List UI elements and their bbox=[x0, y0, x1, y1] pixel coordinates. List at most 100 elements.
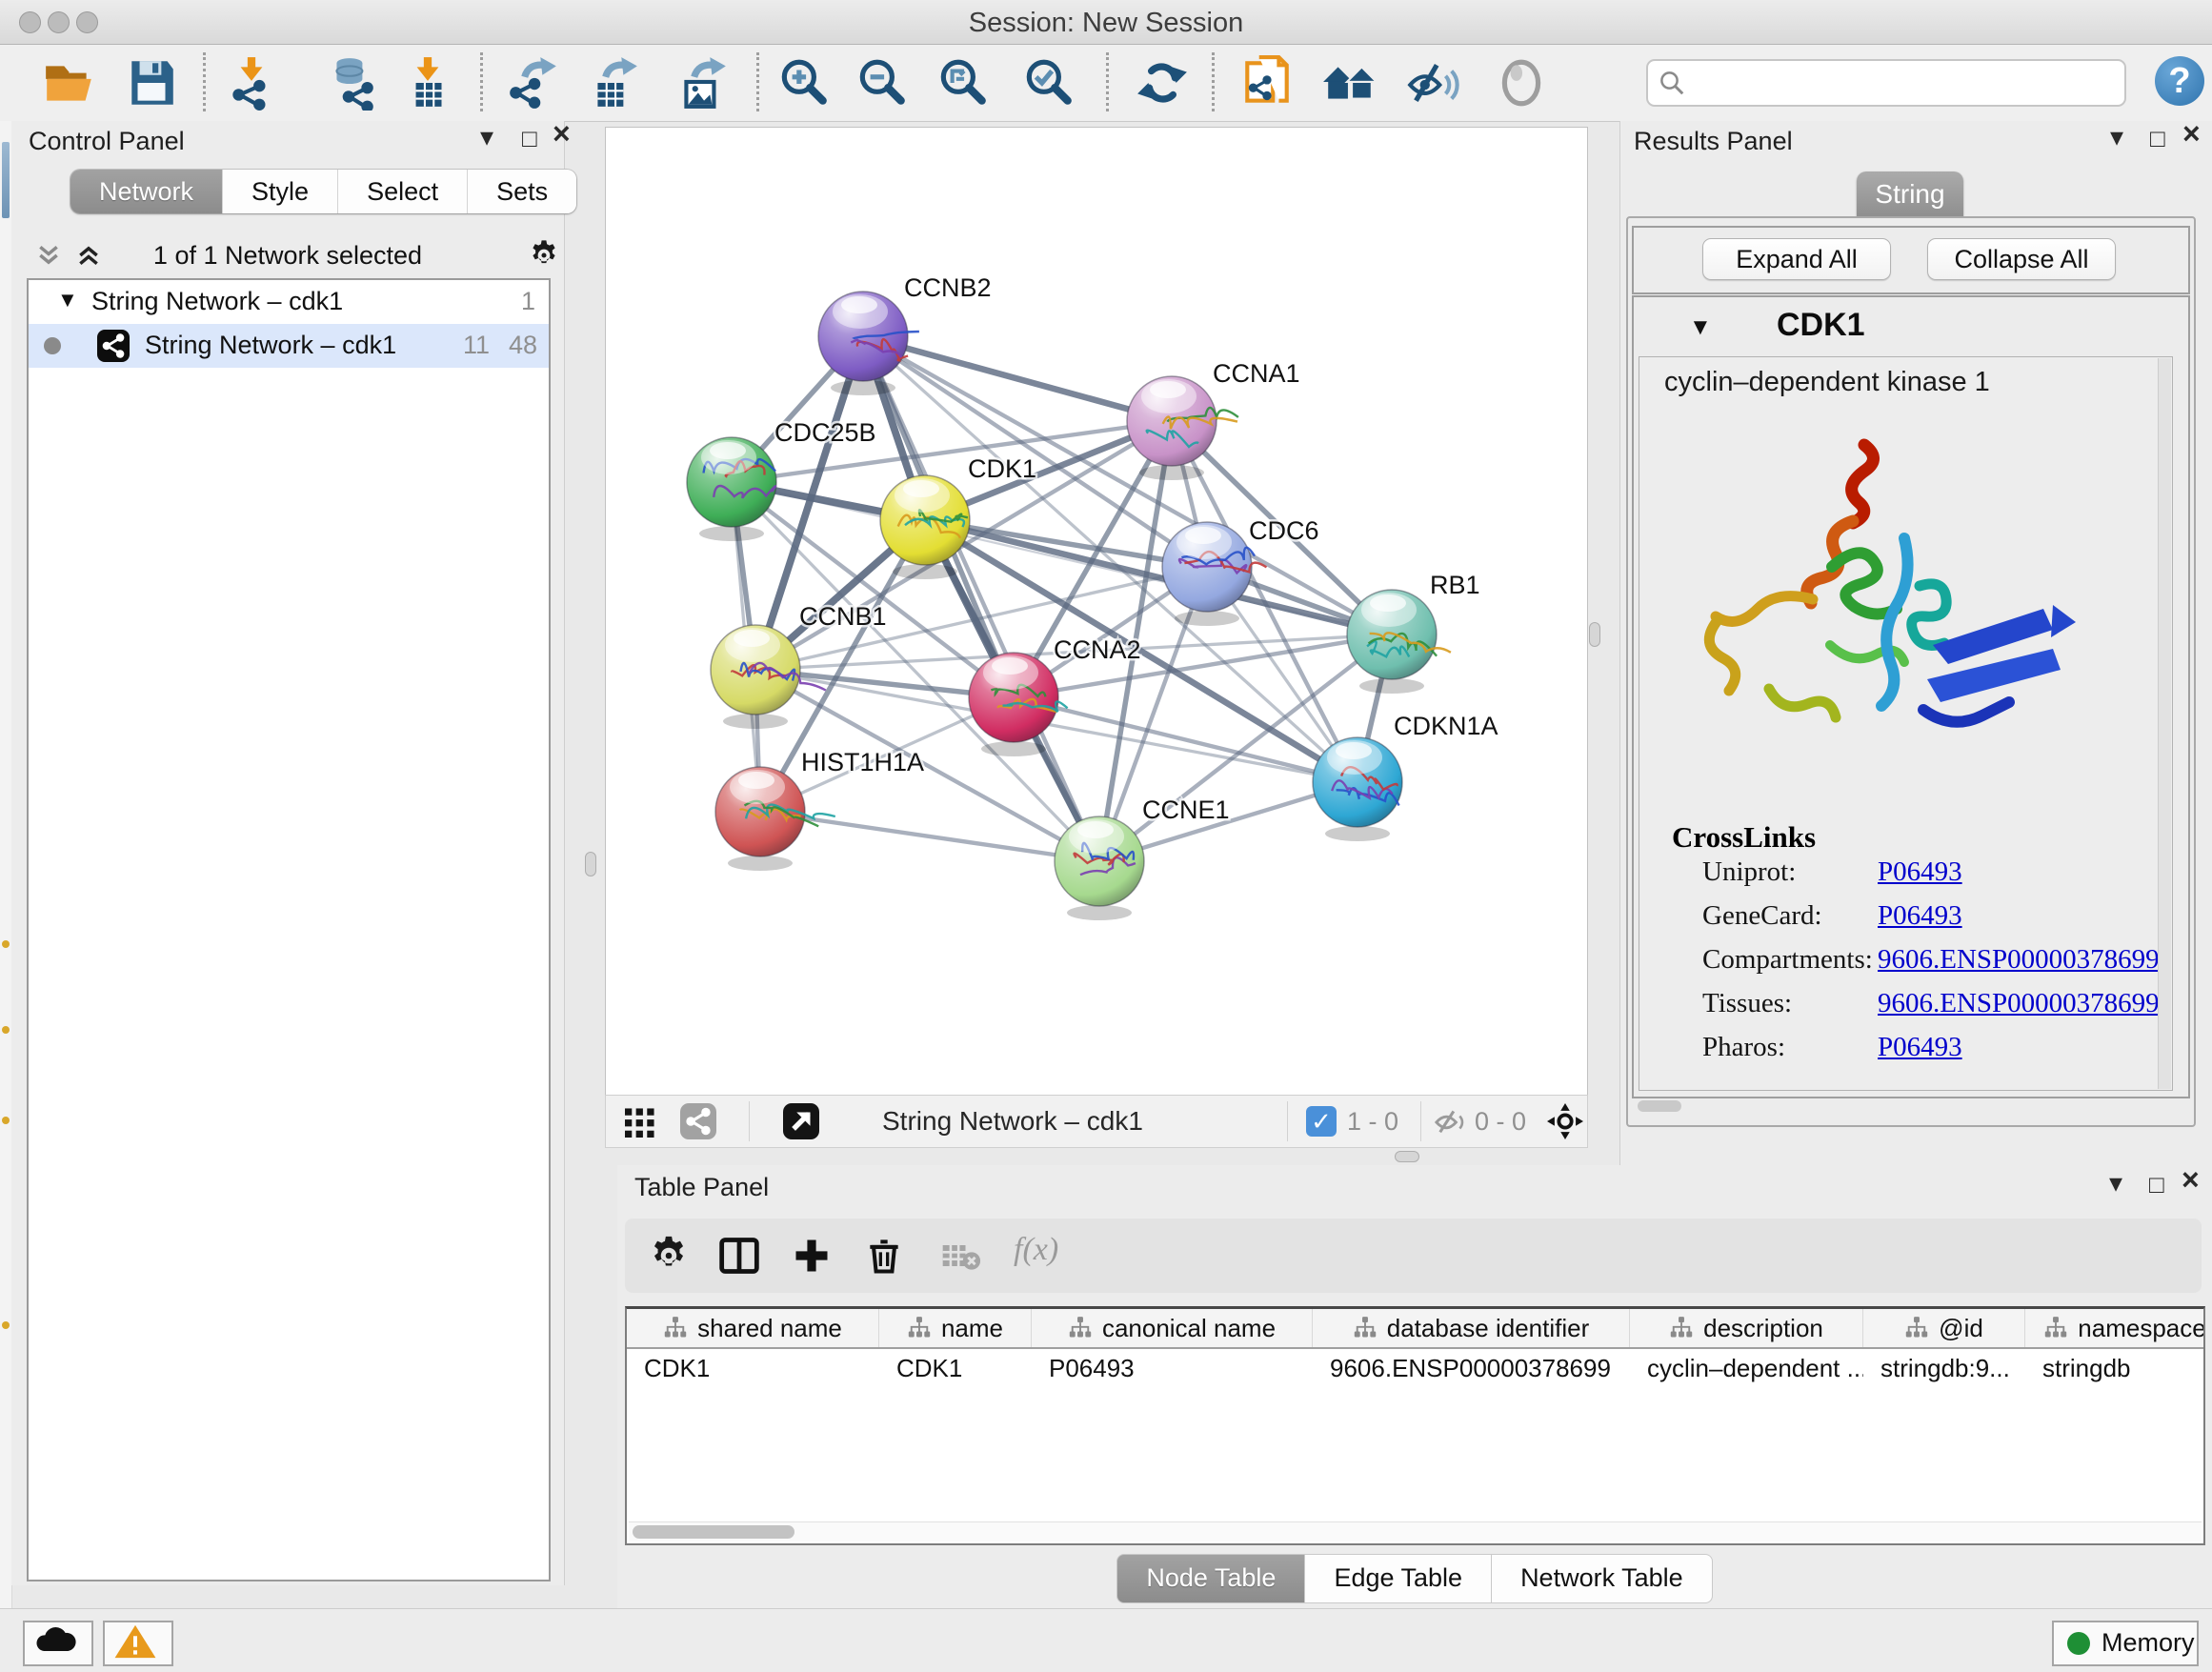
panel-float-icon[interactable]: □ bbox=[2149, 1170, 2164, 1199]
node-label: HIST1H1A bbox=[801, 748, 924, 776]
table-row[interactable]: CDK1CDK1P064939606.ENSP00000378699cyclin… bbox=[627, 1349, 2205, 1387]
node-table: shared namenamecanonical namedatabase id… bbox=[625, 1306, 2205, 1545]
export-table-button[interactable] bbox=[586, 55, 641, 111]
panel-float-icon[interactable]: □ bbox=[522, 124, 537, 152]
crosslink-value-link[interactable]: P06493 bbox=[1878, 900, 1962, 932]
network-node-CDC25B[interactable] bbox=[687, 437, 776, 541]
tab-sets[interactable]: Sets bbox=[468, 170, 576, 213]
home-networks-button[interactable] bbox=[1322, 55, 1377, 111]
column-header-namespace[interactable]: namespace bbox=[2025, 1309, 2205, 1347]
import-network-file-button[interactable] bbox=[224, 55, 279, 111]
cell[interactable]: P06493 bbox=[1032, 1349, 1313, 1387]
crosslink-value-link[interactable]: P06493 bbox=[1878, 856, 1962, 888]
panel-collapse-icon[interactable]: ▾ bbox=[2109, 1169, 2122, 1198]
open-session-button[interactable] bbox=[42, 55, 97, 111]
expander-icon[interactable]: ▼ bbox=[57, 288, 78, 312]
node-label: CDC6 bbox=[1249, 516, 1319, 545]
refresh-button[interactable] bbox=[1135, 55, 1190, 111]
scrollbar-thumb[interactable] bbox=[633, 1525, 794, 1539]
zoom-in-button[interactable] bbox=[775, 55, 831, 111]
network-collection-row[interactable]: ▼ String Network – cdk1 1 bbox=[29, 280, 549, 324]
cell[interactable]: stringdb bbox=[2025, 1349, 2205, 1387]
column-header-canonical-name[interactable]: canonical name bbox=[1032, 1309, 1313, 1347]
panel-close-icon[interactable]: × bbox=[553, 119, 571, 148]
hide-panel-eye-button[interactable] bbox=[1404, 55, 1459, 111]
table-horizontal-scrollbar bbox=[629, 1521, 2202, 1541]
export-network-button[interactable] bbox=[505, 55, 560, 111]
results-vertical-scrollbar[interactable] bbox=[2158, 358, 2171, 1089]
gear-icon[interactable] bbox=[528, 239, 560, 272]
panel-collapse-icon[interactable]: ▾ bbox=[2110, 123, 2123, 151]
network-node-CCNB2[interactable] bbox=[818, 292, 919, 395]
column-header-shared-name[interactable]: shared name bbox=[627, 1309, 879, 1347]
tab-network-table[interactable]: Network Table bbox=[1492, 1554, 1713, 1603]
tab-network[interactable]: Network bbox=[70, 170, 223, 213]
tab-style[interactable]: Style bbox=[223, 170, 338, 213]
delete-row-icon[interactable] bbox=[863, 1235, 905, 1277]
cell[interactable]: CDK1 bbox=[627, 1349, 879, 1387]
cell[interactable]: cyclin–dependent ... bbox=[1630, 1349, 1863, 1387]
tab-select[interactable]: Select bbox=[338, 170, 468, 213]
crosslink-value-link[interactable]: 9606.ENSP00000378699 bbox=[1878, 988, 2160, 1019]
grid-view-icon[interactable] bbox=[623, 1107, 657, 1138]
birds-eye-view-button[interactable] bbox=[783, 1103, 819, 1139]
network-node-CCNA1[interactable] bbox=[1127, 376, 1238, 480]
preview-eye-button[interactable] bbox=[1494, 55, 1549, 111]
network-node-RB1[interactable] bbox=[1347, 590, 1451, 694]
cloud-status-button[interactable] bbox=[23, 1621, 93, 1666]
panel-collapse-icon[interactable]: ▾ bbox=[480, 123, 493, 151]
cell[interactable]: 9606.ENSP00000378699 bbox=[1313, 1349, 1630, 1387]
warning-status-button[interactable] bbox=[103, 1621, 173, 1666]
splitter-handle[interactable] bbox=[1589, 622, 1600, 647]
show-columns-icon[interactable] bbox=[718, 1235, 760, 1277]
panel-close-icon[interactable]: × bbox=[2182, 119, 2201, 148]
selected-count: 1 - 0 bbox=[1347, 1096, 1398, 1147]
network-node-CCNE1[interactable] bbox=[1055, 816, 1144, 920]
section-expander-icon[interactable]: ▼ bbox=[1689, 314, 1712, 341]
search-field[interactable] bbox=[1646, 59, 2126, 107]
crosslink-row: Compartments:9606.ENSP00000378699 bbox=[1639, 944, 2172, 988]
add-row-icon[interactable] bbox=[791, 1235, 833, 1277]
column-header-name[interactable]: name bbox=[879, 1309, 1032, 1347]
expand-all-button[interactable]: Expand All bbox=[1702, 238, 1891, 280]
toolbar-separator bbox=[203, 52, 206, 111]
gene-section-header[interactable]: ▼ CDK1 bbox=[1634, 297, 2188, 356]
results-horizontal-scrollbar[interactable] bbox=[1638, 1100, 1681, 1112]
crosslink-value-link[interactable]: 9606.ENSP00000378699 bbox=[1878, 944, 2160, 976]
table-gear-icon[interactable] bbox=[648, 1235, 690, 1277]
search-input[interactable] bbox=[1694, 63, 2117, 101]
splitter-handle[interactable] bbox=[1395, 1151, 1419, 1162]
fit-content-crosshair-icon[interactable] bbox=[1547, 1103, 1583, 1139]
help-button[interactable]: ? bbox=[2155, 56, 2204, 106]
network-row-selected[interactable]: String Network – cdk1 11 48 bbox=[29, 324, 549, 368]
panel-close-icon[interactable]: × bbox=[2182, 1165, 2200, 1194]
collapse-all-button[interactable]: Collapse All bbox=[1927, 238, 2116, 280]
splitter-handle[interactable] bbox=[585, 852, 596, 876]
tab-string[interactable]: String bbox=[1857, 171, 1963, 216]
export-image-button[interactable] bbox=[674, 55, 730, 111]
network-node-CDKN1A[interactable] bbox=[1313, 737, 1402, 841]
table-header-row: shared namenamecanonical namedatabase id… bbox=[627, 1309, 2205, 1349]
network-edge[interactable] bbox=[760, 812, 1099, 861]
selected-checkbox[interactable]: ✓ bbox=[1306, 1106, 1337, 1137]
zoom-selected-button[interactable] bbox=[1020, 55, 1076, 111]
memory-button[interactable]: Memory bbox=[2052, 1621, 2199, 1666]
import-network-database-button[interactable] bbox=[324, 55, 379, 111]
column-header-description[interactable]: description bbox=[1630, 1309, 1863, 1347]
crosslink-value-link[interactable]: P06493 bbox=[1878, 1032, 1962, 1063]
save-session-button[interactable] bbox=[124, 55, 179, 111]
share-view-button[interactable] bbox=[680, 1103, 716, 1139]
cell[interactable]: CDK1 bbox=[879, 1349, 1032, 1387]
share-document-button[interactable] bbox=[1239, 55, 1295, 111]
gene-name: CDK1 bbox=[1777, 307, 1865, 344]
column-header-id[interactable]: @id bbox=[1863, 1309, 2025, 1347]
cell[interactable]: stringdb:9... bbox=[1863, 1349, 2025, 1387]
import-table-file-button[interactable] bbox=[400, 55, 455, 111]
zoom-fit-button[interactable] bbox=[935, 55, 990, 111]
tab-node-table[interactable]: Node Table bbox=[1116, 1554, 1305, 1603]
network-canvas[interactable]: CCNB2CCNA1CDC25BCDK1CDC6RB1CCNB1CCNA2CDK… bbox=[605, 127, 1588, 1096]
zoom-out-button[interactable] bbox=[854, 55, 909, 111]
column-header-database-identifier[interactable]: database identifier bbox=[1313, 1309, 1630, 1347]
tab-edge-table[interactable]: Edge Table bbox=[1305, 1554, 1492, 1603]
panel-float-icon[interactable]: □ bbox=[2150, 124, 2165, 152]
